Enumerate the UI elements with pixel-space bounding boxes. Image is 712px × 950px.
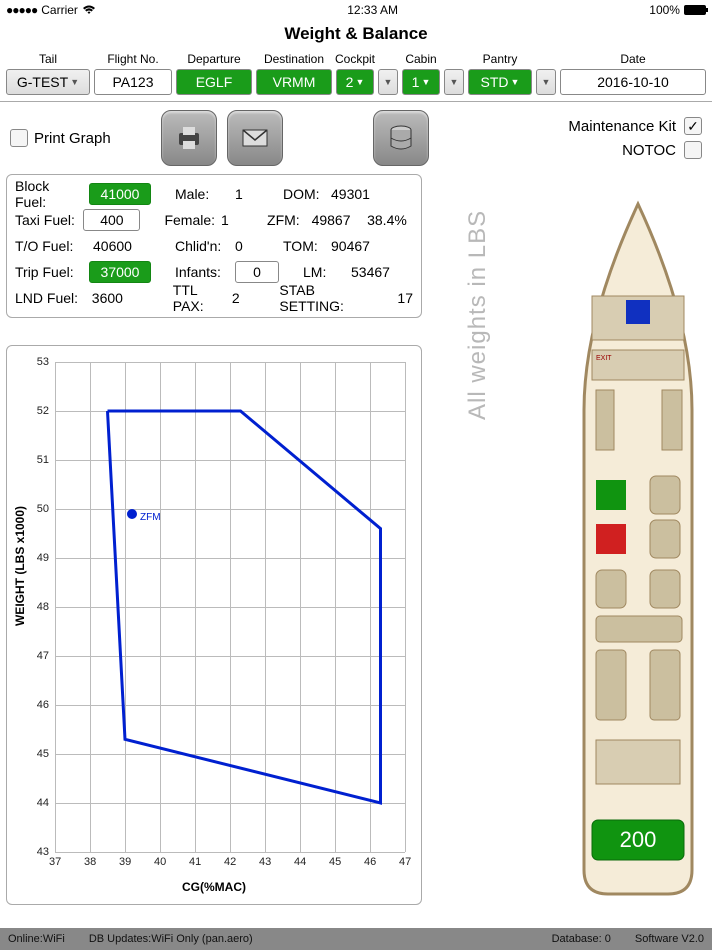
taxi-fuel-label: Taxi Fuel: — [15, 212, 77, 228]
cockpit-extra[interactable]: ▼ — [378, 69, 398, 95]
cabin-extra[interactable]: ▼ — [444, 69, 464, 95]
dest-label: Destination — [264, 52, 324, 67]
svg-text:EXIT: EXIT — [596, 355, 612, 362]
flight-label: Flight No. — [107, 52, 158, 67]
infant-label: Infants: — [175, 264, 229, 280]
wifi-icon — [82, 5, 96, 15]
maint-checkbox[interactable]: ✓ — [684, 117, 702, 135]
dom-label: DOM: — [283, 186, 325, 202]
dom-val: 49301 — [331, 186, 385, 202]
taxi-fuel-input[interactable]: 400 — [83, 209, 140, 231]
database-icon — [385, 122, 417, 154]
maint-label: Maintenance Kit — [568, 118, 676, 135]
x-axis-label: CG(%MAC) — [7, 880, 421, 894]
lnd-fuel-label: LND Fuel: — [15, 290, 82, 306]
dest-select[interactable]: VRMM — [256, 69, 332, 95]
infant-input[interactable]: 0 — [235, 261, 279, 283]
email-button[interactable] — [227, 110, 283, 166]
ttlpax-label: TTL PAX: — [173, 282, 226, 314]
seat-2[interactable] — [596, 524, 626, 554]
cabin-label: Cabin — [405, 52, 436, 67]
male-val: 1 — [235, 186, 259, 202]
battery-text: 100% — [649, 3, 680, 17]
zfm-pct: 38.4% — [367, 212, 413, 228]
printer-icon — [173, 122, 205, 154]
footer: Online:WiFi DB Updates:WiFi Only (pan.ae… — [0, 928, 712, 950]
cabin-select[interactable]: 1▼ — [402, 69, 440, 95]
aft-value: 200 — [620, 827, 657, 852]
lnd-fuel-val: 3600 — [88, 290, 149, 306]
notoc-label: NOTOC — [622, 142, 676, 159]
trip-fuel-label: Trip Fuel: — [15, 264, 83, 280]
ttlpax-val: 2 — [232, 290, 256, 306]
signal-icon: ●●●●● — [6, 3, 37, 17]
footer-db: DB Updates:WiFi Only (pan.aero) — [89, 933, 253, 945]
config-bar: Tail G-TEST▼ Flight No. PA123 Departure … — [0, 52, 712, 102]
units-tag: All weights in LBS — [464, 210, 492, 420]
date-input[interactable]: 2016-10-10 — [560, 69, 706, 95]
lm-val: 53467 — [351, 264, 405, 280]
tools-row: Print Graph Maintenance Kit ✓ NOTOC — [0, 102, 712, 174]
dep-label: Departure — [187, 52, 240, 67]
stab-label: STAB SETTING: — [279, 282, 381, 314]
tail-select[interactable]: G-TEST▼ — [6, 69, 90, 95]
status-bar: ●●●●● Carrier 12:33 AM 100% — [0, 0, 712, 20]
battery-icon — [684, 5, 706, 15]
child-label: Chlid'n: — [175, 238, 229, 254]
page-title: Weight & Balance — [0, 20, 712, 52]
stab-val: 17 — [397, 290, 413, 306]
trip-fuel-input[interactable]: 37000 — [89, 261, 151, 283]
cockpit-seat[interactable] — [626, 300, 650, 324]
footer-database: Database: 0 — [552, 933, 611, 945]
tail-label: Tail — [39, 52, 57, 67]
notoc-checkbox[interactable] — [684, 141, 702, 159]
lm-label: LM: — [303, 264, 345, 280]
zfm-label: ZFM: — [267, 212, 306, 228]
tom-val: 90467 — [331, 238, 385, 254]
date-label: Date — [620, 52, 645, 67]
pantry-extra[interactable]: ▼ — [536, 69, 556, 95]
seat-1[interactable] — [596, 480, 626, 510]
zfm-val: 49867 — [312, 212, 362, 228]
cg-chart: 4344454647484950515253373839404142434445… — [6, 345, 422, 905]
block-fuel-label: Block Fuel: — [15, 178, 83, 210]
cockpit-label: Cockpit — [335, 52, 375, 67]
to-fuel-val: 40600 — [89, 238, 151, 254]
cockpit-select[interactable]: 2▼ — [336, 69, 374, 95]
envelope-icon — [239, 122, 271, 154]
database-button[interactable] — [373, 110, 429, 166]
male-label: Male: — [175, 186, 229, 202]
dep-select[interactable]: EGLF — [176, 69, 252, 95]
y-axis-label: WEIGHT (LBS x1000) — [13, 506, 27, 626]
print-label: Print Graph — [34, 130, 111, 147]
print-button[interactable] — [161, 110, 217, 166]
pantry-label: Pantry — [483, 52, 518, 67]
child-val: 0 — [235, 238, 259, 254]
footer-sw: Software V2.0 — [635, 933, 704, 945]
fuel-panel: Block Fuel: 41000 Male: 1 DOM: 49301 Tax… — [6, 174, 422, 318]
tom-label: TOM: — [283, 238, 325, 254]
to-fuel-label: T/O Fuel: — [15, 238, 83, 254]
footer-online: Online:WiFi — [8, 933, 65, 945]
female-label: Female: — [164, 212, 215, 228]
status-time: 12:33 AM — [347, 3, 398, 17]
female-val: 1 — [221, 212, 243, 228]
pantry-select[interactable]: STD▼ — [468, 69, 532, 95]
carrier-text: Carrier — [41, 3, 78, 17]
aircraft-layout[interactable]: EXIT 200 — [572, 200, 704, 900]
flight-input[interactable]: PA123 — [94, 69, 172, 95]
block-fuel-input[interactable]: 41000 — [89, 183, 151, 205]
print-checkbox[interactable] — [10, 129, 28, 147]
